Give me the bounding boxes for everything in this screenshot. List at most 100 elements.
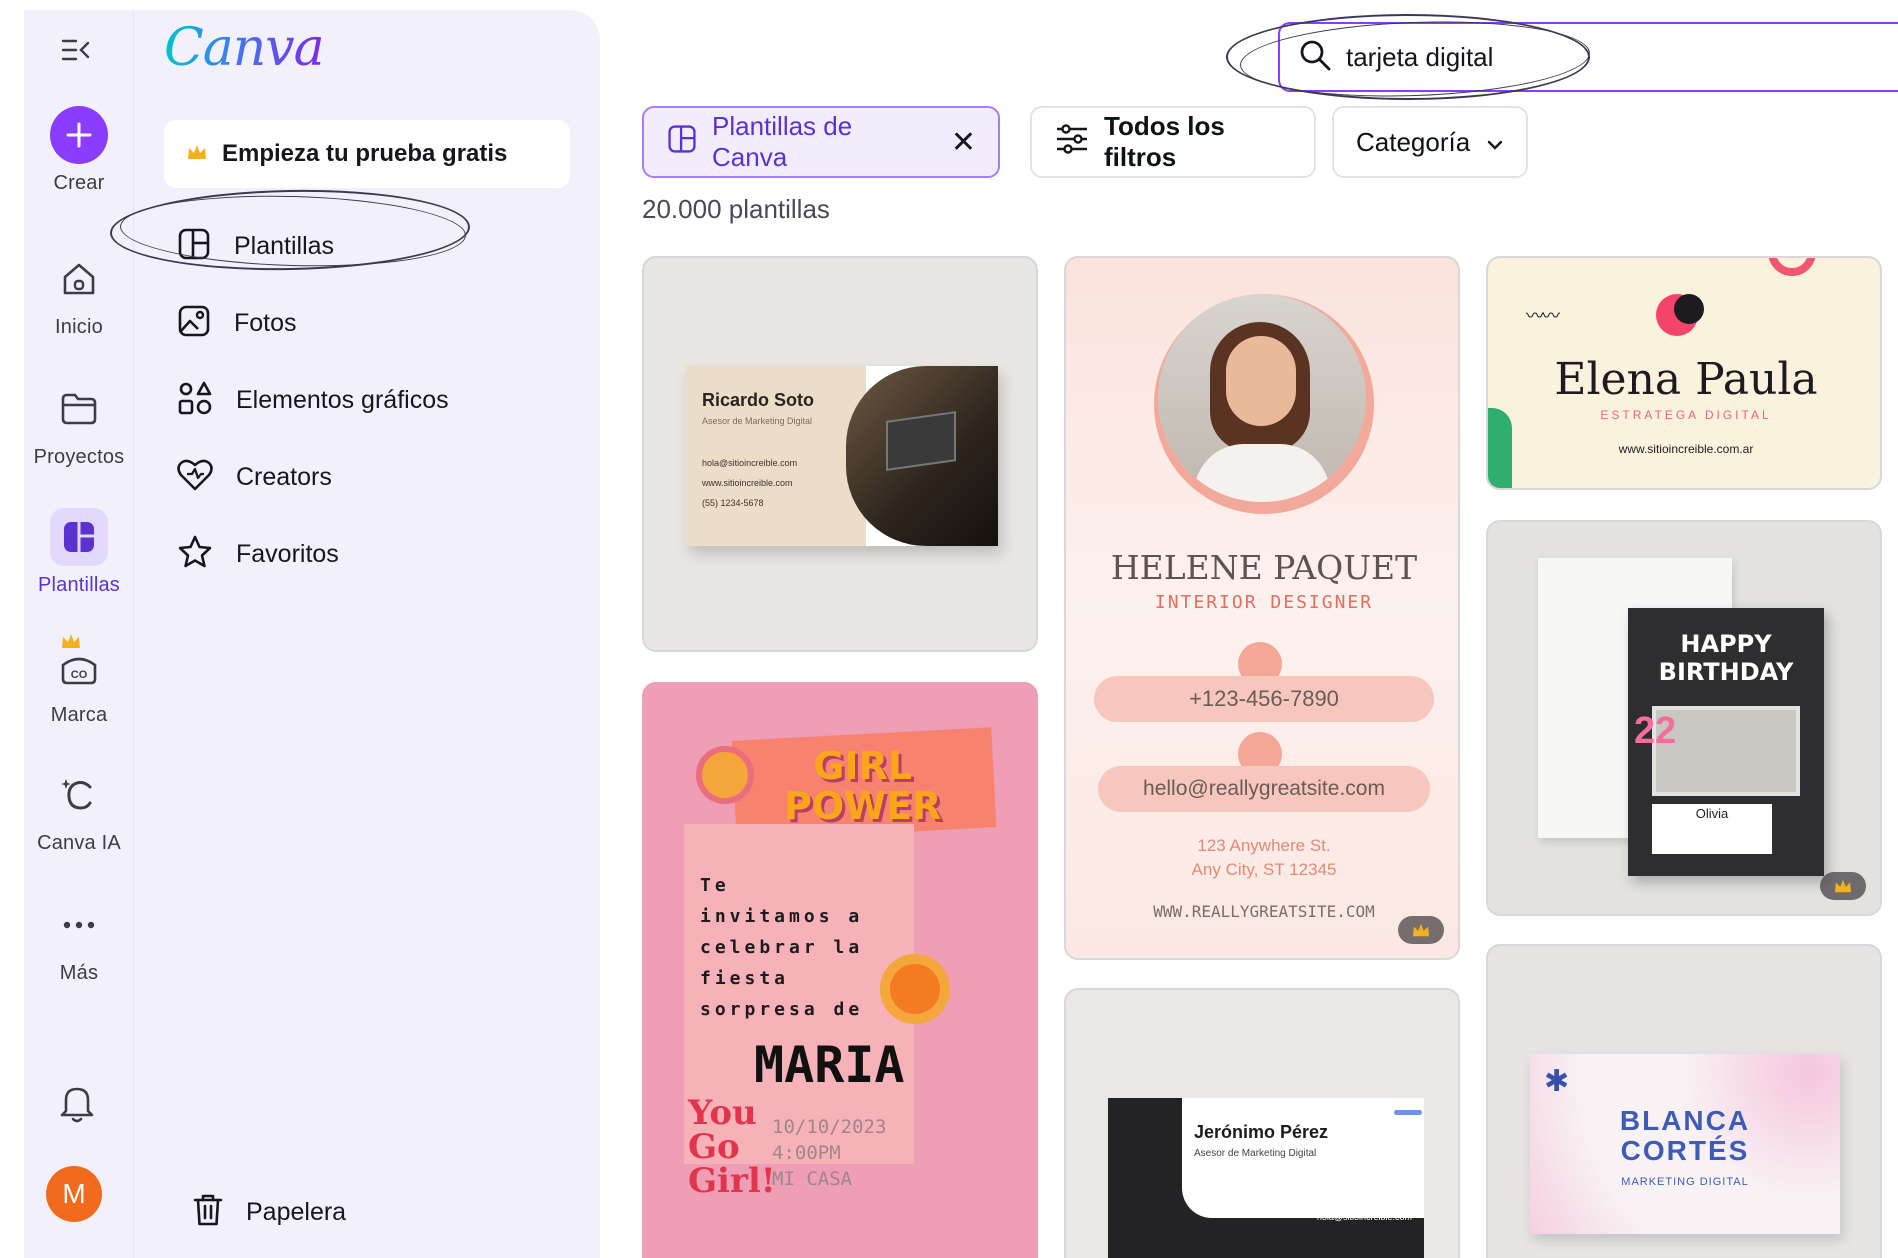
portrait-photo [1158,294,1366,502]
rail-item-plantillas[interactable]: Plantillas [24,508,134,597]
template-card-elena-paula[interactable]: 〰〰 Elena Paula ESTRATEGA DIGITAL www.sit… [1486,256,1882,490]
filter-canva-templates-chip[interactable]: Plantillas de Canva ✕ [642,106,1000,178]
brand-icon: CO [50,634,108,696]
card-text: Go [688,1127,740,1167]
left-rail: Crear Inicio Proyectos Plantillas CO Mar… [24,10,134,1258]
premium-crown-icon [1398,916,1444,944]
card-text: WWW.REALLYGREATSITE.COM [1153,902,1375,921]
premium-crown-icon [1820,872,1866,900]
girl-power-title: GIRL POWER [784,746,941,826]
trash-button[interactable]: Papelera [192,1192,346,1233]
panel-item-fotos[interactable]: Fotos [176,295,576,351]
category-dropdown[interactable]: Categoría [1332,106,1528,178]
birthday-card: HAPPY BIRTHDAY 22 Olivia [1628,608,1824,876]
svg-text:CO: CO [71,669,88,681]
heart-icon [176,457,214,498]
card-text: MARKETING DIGITAL [1621,1176,1749,1188]
panel-item-elementos[interactable]: Elementos gráficos [176,372,576,428]
templates-icon [50,508,108,566]
canva-logo[interactable]: Canva [164,18,325,78]
rail-label: Más [59,962,99,984]
card-text: You [688,1093,757,1133]
card-text: hola@sitioincreible.com [702,458,798,468]
face-shape [1226,336,1296,426]
canva-ai-icon [50,766,108,824]
card-text: Ricardo Soto [702,390,815,410]
results-count: 20.000 plantillas [642,194,830,224]
asterisk-decoration: ✱ [1544,1065,1570,1098]
folder-icon [50,380,108,438]
rail-label: Proyectos [33,446,125,468]
search-icon [1298,38,1332,77]
card-text: fiesta [700,968,790,989]
panel-item-creators[interactable]: Creators [176,449,576,505]
chevron-down-icon [1486,127,1504,158]
rail-item-proyectos[interactable]: Proyectos [24,380,134,469]
card-text: INTERIOR DESIGNER [1154,592,1374,613]
blanca-title: BLANCA CORTÉS [1530,1106,1840,1166]
card-text: invitamos a [700,906,864,927]
crown-icon [186,143,208,166]
card-text: Olivia [1695,806,1729,821]
card-text: (55) 1234-5678 [1350,1194,1412,1204]
card-text: Any City, ST 12345 [1191,860,1337,879]
template-card-helene-paquet[interactable]: HELENE PAQUET INTERIOR DESIGNER +123-456… [1064,256,1460,960]
search-bar[interactable] [1278,22,1898,92]
template-card-blanca-cortes[interactable]: ✱ BLANCA CORTÉS MARKETING DIGITAL [1486,944,1882,1258]
collapse-menu-icon[interactable] [56,30,96,70]
star-icon [176,534,214,575]
rail-label: Marca [50,704,108,726]
card-text: www.sitioincreible.com.ar [1618,442,1754,456]
chip-label: Categoría [1356,126,1471,157]
avatar[interactable]: M [46,1166,102,1222]
ring-decoration [1768,258,1816,276]
card-text: 123 Anywhere St. [1197,836,1331,855]
contact-block: (55) 1234-5678 hola@sitioincreible.com [1317,1190,1412,1226]
more-icon [50,896,108,954]
flower-decoration [696,746,754,804]
panel-item-label: Favoritos [236,539,339,568]
name-tag: Olivia [1652,804,1772,854]
card-text: sorpresa de [700,999,864,1020]
dot-decoration [1674,294,1704,324]
rail-label: Canva IA [37,832,121,854]
close-icon[interactable]: ✕ [951,125,976,160]
card-text: MI CASA [772,1168,853,1190]
all-filters-button[interactable]: Todos los filtros [1030,106,1316,178]
template-card-ricardo-soto[interactable]: Ricardo Soto Asesor de Marketing Digital… [642,256,1038,652]
templates-icon [176,226,212,267]
card-text: 4:00PM [772,1142,841,1164]
you-go-girl-text: You Go Girl! [688,1096,776,1198]
create-button[interactable]: Crear [24,106,134,195]
card-text: Asesor de Marketing Digital [1194,1148,1317,1159]
rail-item-mas[interactable]: Más [24,896,134,985]
crown-icon [60,632,82,655]
card-text: hola@sitioincreible.com [1316,1212,1412,1222]
rail-item-inicio[interactable]: Inicio [24,250,134,339]
card-text: Asesor de Marketing Digital [702,416,813,426]
card-text: MARIA [754,1036,905,1094]
rail-item-canva-ia[interactable]: Canva IA [24,766,134,855]
template-card-jeronimo-perez[interactable]: Jerónimo Pérez Asesor de Marketing Digit… [1064,988,1460,1258]
notifications-bell-icon[interactable] [54,1078,100,1128]
panel-item-favoritos[interactable]: Favoritos [176,526,576,582]
laptop-shape [886,411,956,471]
template-card-girl-power[interactable]: GIRL POWER Te invitamos a celebrar la fi… [642,682,1038,1258]
search-input[interactable] [1346,41,1746,73]
rail-item-marca[interactable]: CO Marca [24,634,134,727]
wave-decoration: 〰〰 [1526,306,1560,326]
card-text: Jerónimo Pérez [1194,1122,1329,1142]
card-text: CORTÉS [1620,1135,1750,1166]
plus-icon [50,106,108,164]
shirt-shape [1194,444,1330,502]
card-text: celebrar la [700,937,864,958]
card-text: POWER [784,784,942,828]
panel-item-plantillas[interactable]: Plantillas [176,218,576,274]
trash-icon [192,1192,224,1233]
panel-item-label: Fotos [234,308,297,337]
free-trial-button[interactable]: Empieza tu prueba gratis [164,120,570,188]
sliders-icon [1054,122,1090,163]
card-text: 10/10/2023 [772,1116,887,1138]
template-card-happy-birthday[interactable]: HAPPY BIRTHDAY 22 Olivia [1486,520,1882,916]
card-text: BIRTHDAY [1658,658,1794,686]
